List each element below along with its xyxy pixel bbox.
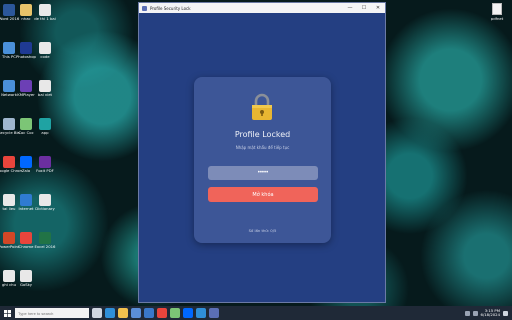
coc-coc-taskbar-icon[interactable] bbox=[170, 308, 180, 318]
app-icon bbox=[39, 118, 51, 130]
app-icon bbox=[142, 5, 147, 11]
store-taskbar-icon[interactable] bbox=[131, 308, 141, 318]
system-tray: 3:15 PM 6/18/2024 bbox=[464, 308, 512, 318]
app-icon bbox=[39, 80, 51, 92]
app-icon bbox=[39, 232, 51, 244]
desktop-icon-pdfnet[interactable]: pdfnet bbox=[486, 3, 508, 21]
chrome-taskbar-icon[interactable] bbox=[157, 308, 167, 318]
app-icon bbox=[20, 194, 32, 206]
minimize-button[interactable]: — bbox=[343, 3, 357, 13]
desktop-icon-label: app bbox=[41, 131, 49, 135]
clock-date: 6/18/2024 bbox=[480, 312, 500, 317]
maximize-button[interactable]: ☐ bbox=[357, 3, 371, 13]
vscode-taskbar-icon[interactable] bbox=[196, 308, 206, 318]
desktop-icon-label: pdfnet bbox=[490, 16, 504, 21]
task-view-taskbar-icon[interactable] bbox=[92, 308, 102, 318]
app-icon bbox=[39, 194, 51, 206]
app-icon bbox=[20, 80, 32, 92]
desktop-icon[interactable]: code bbox=[32, 42, 58, 59]
windows-logo-icon bbox=[3, 309, 11, 317]
app-icon bbox=[20, 270, 32, 282]
network-icon[interactable] bbox=[464, 310, 470, 316]
desktop-icon-label: de thi 1 bai bbox=[34, 17, 56, 21]
desktop-icon[interactable]: de thi 1 bai bbox=[32, 4, 58, 21]
app-icon bbox=[20, 156, 32, 168]
padlock-icon bbox=[252, 93, 272, 120]
desktop-icon-label: Foxit PDF bbox=[36, 169, 54, 173]
taskbar-clock[interactable]: 3:15 PM 6/18/2024 bbox=[480, 308, 500, 318]
unlock-button[interactable]: Mở khóa bbox=[208, 187, 318, 202]
file-explorer-taskbar-icon[interactable] bbox=[118, 308, 128, 318]
desktop-icon-label: bai viet bbox=[37, 93, 53, 97]
desktop-icon[interactable]: app bbox=[32, 118, 58, 135]
app-icon bbox=[20, 118, 32, 130]
mail-taskbar-icon[interactable] bbox=[144, 308, 154, 318]
profile-locked-title: Profile Locked bbox=[234, 130, 291, 139]
app-icon bbox=[20, 232, 32, 244]
app-icon bbox=[20, 42, 32, 54]
taskbar: 3:15 PM 6/18/2024 bbox=[0, 306, 512, 320]
desktop-icon[interactable]: GoSky bbox=[13, 270, 39, 287]
window-content: Profile Locked Nhập mật khẩu để tiếp tục… bbox=[139, 13, 385, 302]
desktop-icon[interactable]: Foxit PDF bbox=[32, 156, 58, 173]
desktop-icon-area: Word 2016 nhac de thi 1 bai This PC Photosho… bbox=[0, 0, 64, 300]
attempts-counter: Số lần thử: 0/5 bbox=[248, 228, 277, 233]
desktop-icon[interactable]: Excel 2016 bbox=[32, 232, 58, 249]
app-icon bbox=[39, 156, 51, 168]
zalo-taskbar-icon[interactable] bbox=[183, 308, 193, 318]
desktop-icon-label: Dictionary bbox=[35, 207, 55, 211]
volume-icon[interactable] bbox=[472, 310, 478, 316]
app-icon bbox=[39, 4, 51, 16]
close-button[interactable]: ✕ bbox=[371, 3, 385, 13]
edge-taskbar-icon[interactable] bbox=[105, 308, 115, 318]
notification-icon[interactable] bbox=[503, 310, 508, 316]
desktop-icon-label: GoSky bbox=[20, 283, 32, 287]
taskbar-apps bbox=[89, 308, 219, 318]
desktop-icon-label: Excel 2016 bbox=[34, 245, 56, 249]
taskbar-search-input[interactable] bbox=[15, 308, 89, 318]
start-button[interactable] bbox=[0, 306, 14, 320]
desktop-icon-label: code bbox=[40, 55, 50, 59]
lock-card: Profile Locked Nhập mật khẩu để tiếp tục… bbox=[194, 77, 331, 243]
app-icon bbox=[39, 42, 51, 54]
window-titlebar[interactable]: Profile Security Lock — ☐ ✕ bbox=[139, 3, 385, 13]
file-icon bbox=[492, 3, 502, 15]
desktop-icon[interactable]: Dictionary bbox=[32, 194, 58, 211]
subtitle: Nhập mật khẩu để tiếp tục bbox=[235, 145, 290, 150]
profile-lock-window: Profile Security Lock — ☐ ✕ Profile Lock… bbox=[138, 2, 386, 303]
window-title: Profile Security Lock bbox=[150, 5, 191, 11]
app-icon bbox=[20, 4, 32, 16]
profile-lock-taskbar-icon[interactable] bbox=[209, 308, 219, 318]
password-input[interactable] bbox=[208, 166, 318, 180]
desktop-icon[interactable]: bai viet bbox=[32, 80, 58, 97]
